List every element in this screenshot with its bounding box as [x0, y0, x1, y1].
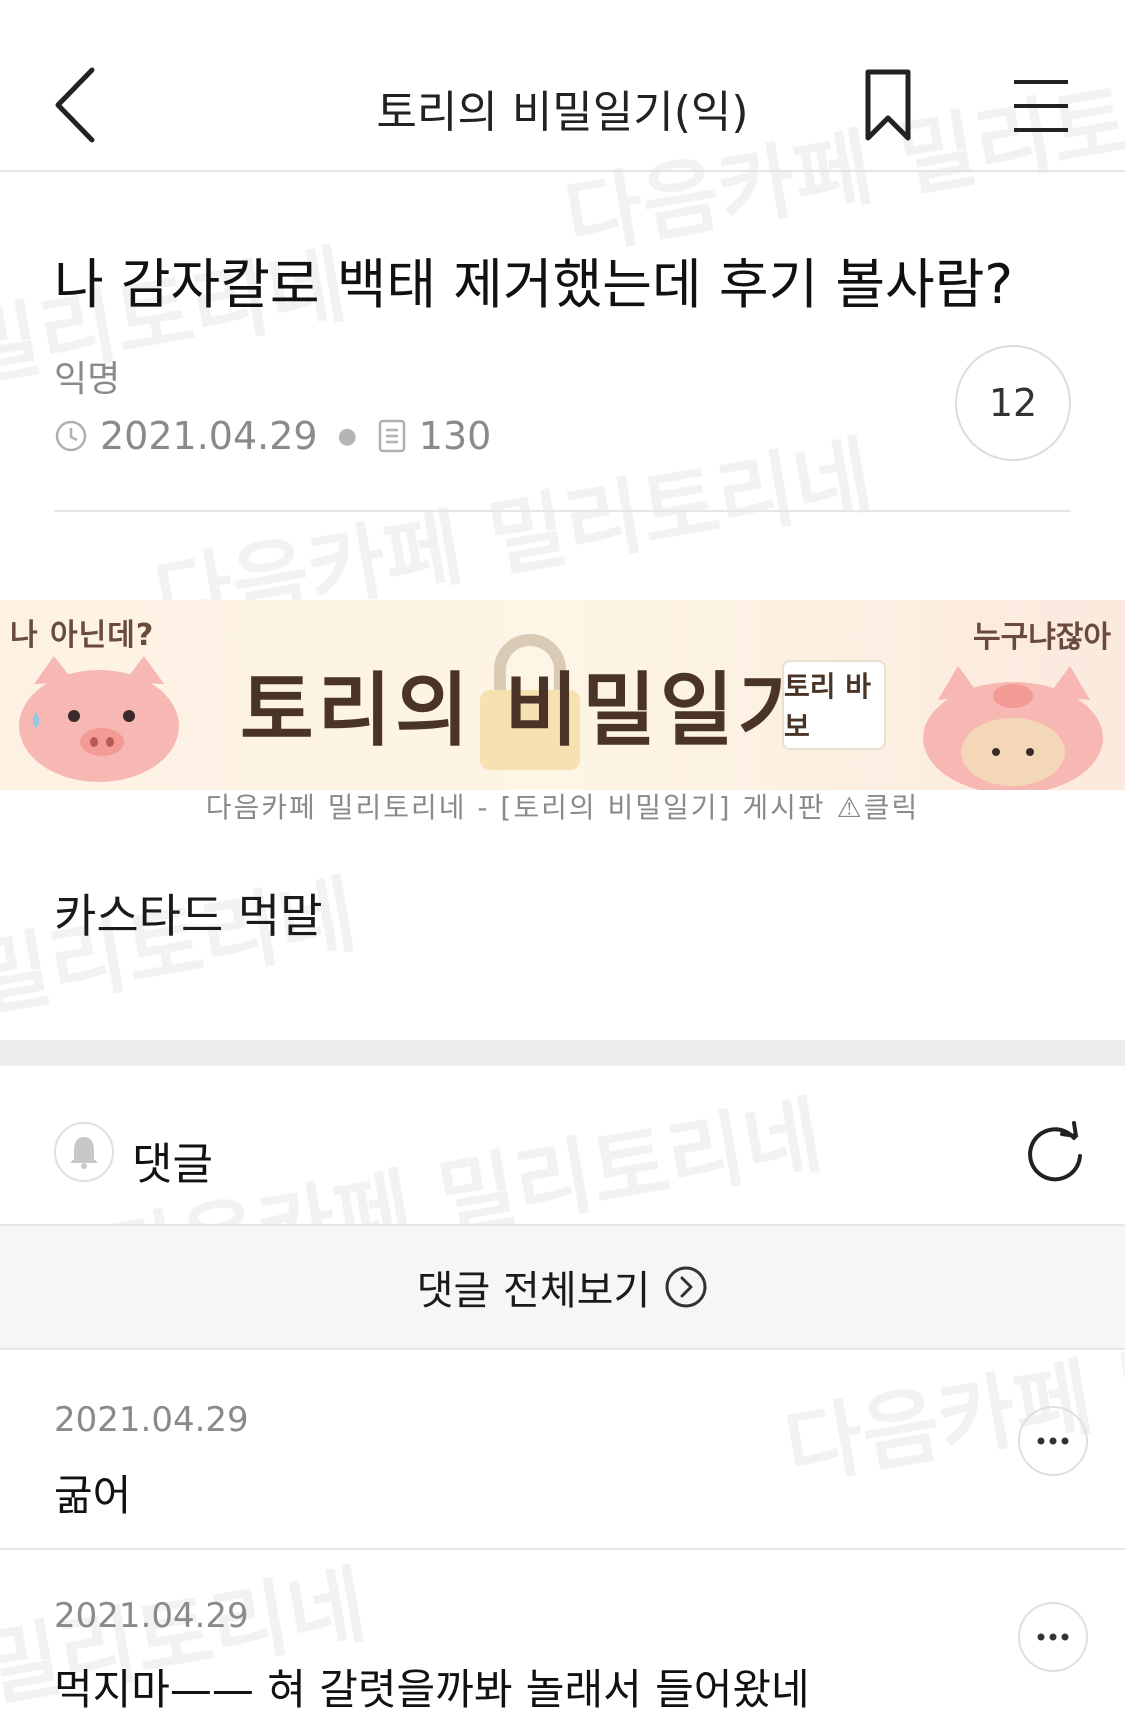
banner-title: 토리의 비밀일기: [240, 664, 816, 757]
banner-left-note: 나 아닌데?: [10, 618, 155, 653]
post-page: 다음카페 밀리토리네 밀리토리네 다음카페 밀리토리네 밀리토리네 다음카페 밀…: [0, 0, 1125, 1730]
banner-caption[interactable]: 다음카페 밀리토리네 - [토리의 비밀일기] 게시판 ⚠클릭: [0, 786, 1125, 826]
post-author: 익명: [54, 359, 121, 400]
banner-right-note: 누구냐잖아: [973, 620, 1111, 655]
bell-icon: [70, 1137, 98, 1169]
comment-more-button[interactable]: [1018, 1602, 1088, 1672]
refresh-button[interactable]: [1022, 1120, 1088, 1186]
clock-icon: [55, 420, 87, 452]
hamburger-menu-icon: [1014, 80, 1068, 132]
post-date: 2021.04.29: [100, 414, 318, 458]
divider: [54, 510, 1071, 512]
post-body: 카스타드 먹말: [54, 889, 323, 943]
comment-notify-button[interactable]: [54, 1122, 114, 1182]
section-divider: [0, 1040, 1125, 1066]
comment-count: 12: [988, 381, 1038, 425]
comment-count-button[interactable]: 12: [955, 345, 1071, 461]
document-icon: [378, 419, 406, 453]
post-views: 130: [418, 414, 492, 458]
board-banner[interactable]: 나 아닌데? 토리의 비밀일기 토리 바보 누구냐잖아: [0, 600, 1125, 790]
banner-note: 토리 바보: [782, 660, 886, 750]
pig-illustration: [19, 656, 179, 782]
menu-button[interactable]: [1010, 78, 1072, 134]
view-all-label: 댓글 전체보기: [416, 1268, 651, 1314]
board-title: 토리의 비밀일기(익): [376, 87, 749, 138]
post-title: 나 감자칼로 백태 제거했는데 후기 볼사람?: [54, 253, 1014, 316]
view-all-comments-button[interactable]: 댓글 전체보기: [0, 1226, 1125, 1350]
more-dots-icon: [1037, 1633, 1069, 1641]
comments-header: 댓글: [0, 1066, 1125, 1226]
bookmark-button[interactable]: [858, 66, 918, 146]
comment-item: 2021.04.29 먹지마—— 혀 갈렷을까봐 놀래서 들어왔네: [0, 1550, 1125, 1730]
pig-cat-illustration: [923, 666, 1103, 790]
more-dots-icon: [1037, 1437, 1069, 1445]
circle-arrow-right-icon: [665, 1266, 707, 1308]
comment-text: 먹지마—— 혀 갈렷을까봐 놀래서 들어왔네: [54, 1665, 810, 1714]
comment-date: 2021.04.29: [54, 1400, 249, 1440]
refresh-icon: [1028, 1121, 1082, 1182]
meta-separator: ●: [337, 423, 357, 449]
comment-item: 2021.04.29 굶어: [0, 1350, 1125, 1550]
comment-more-button[interactable]: [1018, 1406, 1088, 1476]
comments-label: 댓글: [132, 1139, 213, 1190]
comment-text: 굶어: [54, 1471, 132, 1520]
post-meta: 2021.04.29 ● 130: [54, 412, 491, 460]
bookmark-icon: [865, 69, 911, 141]
top-bar: 토리의 비밀일기(익): [0, 0, 1125, 172]
comment-date: 2021.04.29: [54, 1596, 249, 1636]
